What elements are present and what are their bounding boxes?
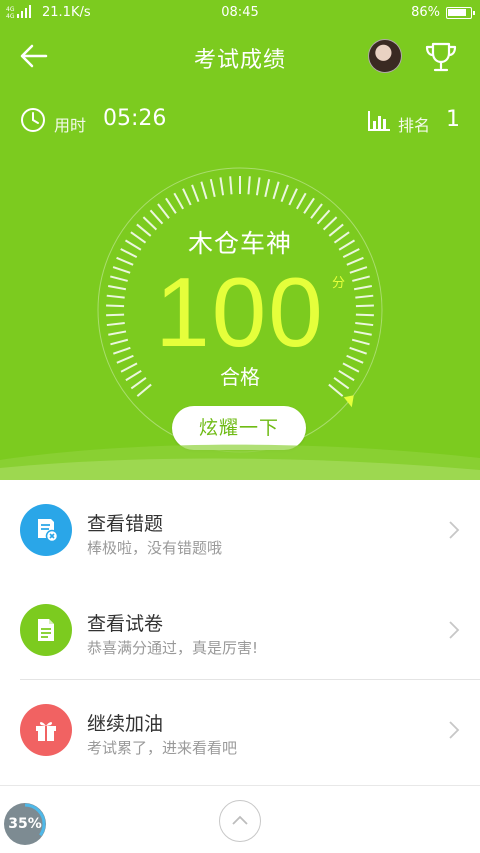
item-title: 继续加油 bbox=[87, 713, 164, 735]
item-icon-circle bbox=[20, 504, 72, 556]
gauge-tick bbox=[288, 188, 298, 206]
gauge-tick bbox=[219, 177, 225, 196]
item-icon-circle bbox=[20, 704, 72, 756]
gift-icon bbox=[36, 722, 56, 741]
gauge-tick bbox=[272, 181, 280, 200]
score-unit: 分 bbox=[332, 276, 346, 291]
wrong-questions-icon bbox=[38, 519, 59, 543]
item-subtitle: 恭喜满分通过，真是厉害! bbox=[87, 639, 259, 657]
item-title: 查看错题 bbox=[87, 513, 164, 535]
pass-status: 合格 bbox=[220, 365, 260, 389]
score-value: 100 bbox=[155, 257, 325, 367]
wave-decoration bbox=[0, 444, 480, 480]
gauge-tick bbox=[280, 184, 289, 203]
action-list: 查看错题 棒极啦，没有错题哦 查看试卷 恭喜满分通过，真是厉害! 继续加油 考试 bbox=[0, 480, 480, 780]
gauge-tick bbox=[149, 209, 164, 225]
chevron-right-icon bbox=[449, 521, 460, 539]
chevron-right-icon bbox=[449, 621, 460, 639]
gauge-tick bbox=[182, 188, 192, 206]
gauge-tick bbox=[165, 197, 177, 214]
item-subtitle: 考试累了，进来看看吧 bbox=[87, 739, 238, 757]
gauge-tick bbox=[316, 209, 331, 225]
item-subtitle: 棒极啦，没有错题哦 bbox=[87, 539, 223, 557]
gauge-tick bbox=[173, 192, 185, 210]
gauge-tick bbox=[310, 203, 323, 219]
chevron-right-icon bbox=[449, 721, 460, 739]
gauge-tick bbox=[247, 176, 251, 195]
gauge-tick bbox=[229, 176, 233, 195]
exam-paper-icon bbox=[38, 619, 54, 641]
gauge-tick bbox=[191, 184, 200, 203]
gauge-tick bbox=[303, 197, 315, 214]
progress-percent: 35% bbox=[8, 816, 42, 832]
list-item-exam-paper[interactable]: 查看试卷 恭喜满分通过，真是厉害! bbox=[0, 580, 480, 680]
list-item-wrong-questions[interactable]: 查看错题 棒极啦，没有错题哦 bbox=[0, 480, 480, 580]
progress-ball[interactable]: 35% bbox=[4, 803, 46, 845]
gauge-tick bbox=[157, 203, 170, 219]
item-title: 查看试卷 bbox=[87, 613, 164, 635]
list-item-keep-going[interactable]: 继续加油 考试累了，进来看看吧 bbox=[0, 680, 480, 780]
gauge-tick bbox=[209, 178, 216, 198]
rank-title: 木仓车神 bbox=[187, 229, 292, 258]
bottom-bar bbox=[0, 785, 480, 853]
gauge-tick bbox=[295, 192, 307, 210]
gauge-tick bbox=[200, 181, 208, 200]
score-header: 4G 4G 21.1K/s 08:45 86% 考试成绩 用时 05:26 排名… bbox=[0, 0, 480, 480]
gauge-tick bbox=[255, 177, 261, 196]
item-icon-circle bbox=[20, 604, 72, 656]
scroll-top-button[interactable] bbox=[219, 800, 261, 842]
chevron-up-icon bbox=[232, 815, 248, 825]
gauge-tick bbox=[264, 178, 271, 198]
